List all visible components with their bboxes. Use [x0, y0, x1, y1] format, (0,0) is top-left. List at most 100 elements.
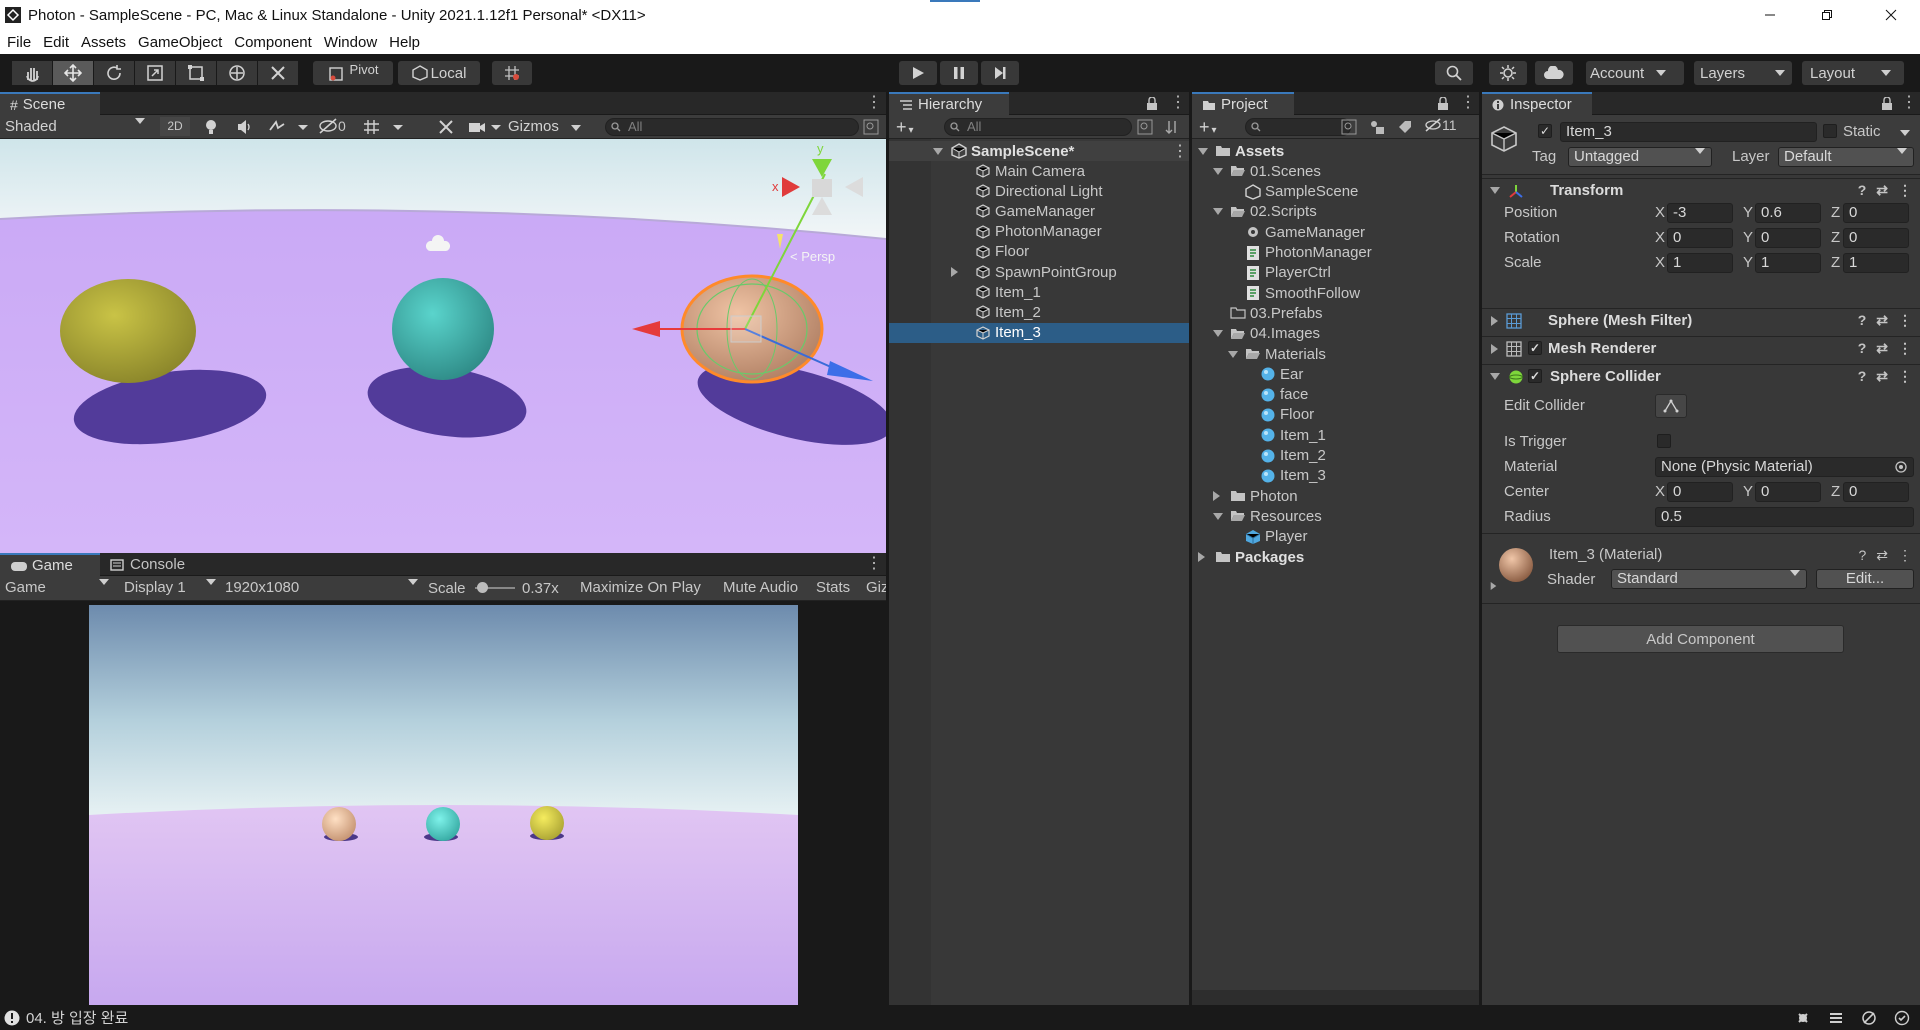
axis-label[interactable]: X: [1655, 204, 1665, 221]
menu-gameobject[interactable]: GameObject: [138, 34, 222, 51]
project-item[interactable]: 03.Prefabs: [1192, 303, 1479, 323]
auto-refresh-icon[interactable]: [1894, 1010, 1910, 1026]
hierarchy-item[interactable]: SpawnPointGroup: [889, 262, 1189, 282]
menu-component[interactable]: Component: [234, 34, 312, 51]
tab-console[interactable]: Console: [100, 553, 195, 576]
project-lock-icon[interactable]: [1437, 97, 1449, 111]
project-item[interactable]: PlayerCtrl: [1192, 263, 1479, 283]
scene-search-options[interactable]: [863, 119, 879, 135]
game-view[interactable]: [89, 605, 798, 1005]
component-menu-icon[interactable]: ⋮: [1898, 312, 1912, 329]
layer-dropdown[interactable]: Default: [1778, 147, 1914, 167]
rotation-x-field[interactable]: 0: [1667, 228, 1733, 248]
pivot-toggle[interactable]: Pivot: [313, 61, 393, 85]
expand-arrow[interactable]: [1213, 512, 1223, 520]
axis-label[interactable]: Y: [1743, 204, 1753, 221]
inspector-menu-icon[interactable]: ⋮: [1901, 95, 1917, 111]
axis-label[interactable]: Y: [1743, 254, 1753, 271]
mute-audio-toggle[interactable]: Mute Audio: [723, 579, 798, 596]
account-dropdown[interactable]: Account: [1586, 61, 1684, 85]
custom-tool-button[interactable]: [258, 61, 298, 85]
scale-y-field[interactable]: 1: [1755, 253, 1821, 273]
project-item[interactable]: Assets: [1192, 141, 1479, 161]
pause-button[interactable]: [940, 61, 978, 85]
scale-x-field[interactable]: 1: [1667, 253, 1733, 273]
label-filter-icon[interactable]: [1397, 119, 1413, 135]
tab-scene[interactable]: # Scene: [0, 92, 100, 115]
project-item[interactable]: Item_1: [1192, 425, 1479, 445]
project-item[interactable]: 01.Scenes: [1192, 161, 1479, 181]
project-item[interactable]: PhotonManager: [1192, 243, 1479, 263]
help-icon[interactable]: ?: [1858, 340, 1867, 357]
axis-label[interactable]: X: [1655, 229, 1665, 246]
tab-inspector[interactable]: Inspector: [1482, 92, 1592, 115]
game-menu-icon[interactable]: ⋮: [866, 556, 882, 572]
component-menu-icon[interactable]: ⋮: [1898, 340, 1912, 357]
hierarchy-search-input[interactable]: All: [944, 118, 1132, 136]
project-hidden-toggle[interactable]: 11: [1424, 117, 1457, 133]
game-view-dropdown[interactable]: Game: [5, 579, 109, 596]
component-menu-icon[interactable]: ⋮: [1898, 368, 1912, 385]
stats-toggle[interactable]: Stats: [816, 579, 850, 596]
scene-expand-arrow[interactable]: [933, 147, 943, 155]
axis-label[interactable]: Y: [1743, 483, 1753, 500]
project-item[interactable]: Photon: [1192, 486, 1479, 506]
hierarchy-item[interactable]: Item_1: [889, 282, 1189, 302]
project-item[interactable]: Packages: [1192, 547, 1479, 567]
component-menu-icon[interactable]: ⋮: [1898, 182, 1912, 199]
project-item[interactable]: Player: [1192, 527, 1479, 547]
object-name-field[interactable]: Item_3: [1560, 122, 1817, 142]
edit-collider-button[interactable]: [1655, 394, 1687, 418]
gizmos-dropdown[interactable]: Gizmos: [508, 118, 581, 135]
tag-dropdown[interactable]: Untagged: [1568, 147, 1712, 167]
grid-snap-button[interactable]: [492, 61, 532, 85]
shader-dropdown[interactable]: Standard: [1611, 569, 1807, 589]
project-item[interactable]: Item_2: [1192, 446, 1479, 466]
mesh-filter-header[interactable]: Sphere (Mesh Filter) ? ⇄ ⋮: [1482, 308, 1920, 332]
type-filter-icon[interactable]: [1369, 119, 1385, 135]
axis-label[interactable]: Y: [1743, 229, 1753, 246]
material-fold-arrow[interactable]: [1490, 582, 1497, 590]
inspector-lock-icon[interactable]: [1881, 97, 1893, 111]
layout-dropdown[interactable]: Layout: [1802, 61, 1904, 85]
transform-tool-button[interactable]: [217, 61, 257, 85]
progress-stack-icon[interactable]: [1828, 1010, 1844, 1026]
scale-tool-button[interactable]: [135, 61, 175, 85]
toggle-2d-button[interactable]: 2D: [160, 117, 190, 136]
sphere-collider-header[interactable]: ✓ Sphere Collider ? ⇄ ⋮: [1482, 364, 1920, 388]
expand-arrow[interactable]: [1213, 330, 1223, 338]
project-item[interactable]: 02.Scripts: [1192, 202, 1479, 222]
hierarchy-item[interactable]: Directional Light: [889, 181, 1189, 201]
axis-label[interactable]: Z: [1831, 483, 1840, 500]
layers-dropdown[interactable]: Layers: [1694, 61, 1792, 85]
persp-label[interactable]: < Persp: [790, 249, 835, 264]
hierarchy-filter-icon[interactable]: [1137, 119, 1153, 135]
yellow-ball[interactable]: [60, 279, 196, 383]
expand-arrow[interactable]: [1213, 491, 1220, 502]
minimize-button[interactable]: [1741, 0, 1798, 30]
hierarchy-item[interactable]: Floor: [889, 242, 1189, 262]
menu-window[interactable]: Window: [324, 34, 377, 51]
rotation-z-field[interactable]: 0: [1843, 228, 1909, 248]
tab-game[interactable]: Game: [0, 553, 100, 576]
transform-header[interactable]: Transform ? ⇄ ⋮: [1482, 178, 1920, 202]
shader-edit-button[interactable]: Edit...: [1816, 569, 1914, 589]
hierarchy-item[interactable]: Item_2: [889, 302, 1189, 322]
project-add-button[interactable]: + ▾: [1199, 117, 1217, 138]
step-button[interactable]: [981, 61, 1019, 85]
mesh-renderer-enabled-checkbox[interactable]: ✓: [1528, 341, 1542, 355]
scene-row-menu-icon[interactable]: ⋮: [1172, 141, 1188, 161]
static-dropdown-arrow[interactable]: [1900, 130, 1910, 136]
status-message[interactable]: 04. 방 입장 완료: [26, 1007, 128, 1028]
collider-material-field[interactable]: None (Physic Material): [1655, 457, 1914, 477]
scene-viewport[interactable]: y x < Persp: [0, 139, 886, 553]
preset-icon[interactable]: ⇄: [1876, 312, 1888, 329]
rect-tool-button[interactable]: [176, 61, 216, 85]
axis-label[interactable]: X: [1655, 483, 1665, 500]
preset-icon[interactable]: ⇄: [1876, 340, 1888, 357]
radius-field[interactable]: 0.5: [1655, 507, 1914, 527]
axis-label[interactable]: Z: [1831, 229, 1840, 246]
active-checkbox[interactable]: ✓: [1538, 124, 1552, 138]
help-icon[interactable]: ?: [1858, 182, 1867, 199]
project-filter-icon[interactable]: [1341, 119, 1357, 135]
